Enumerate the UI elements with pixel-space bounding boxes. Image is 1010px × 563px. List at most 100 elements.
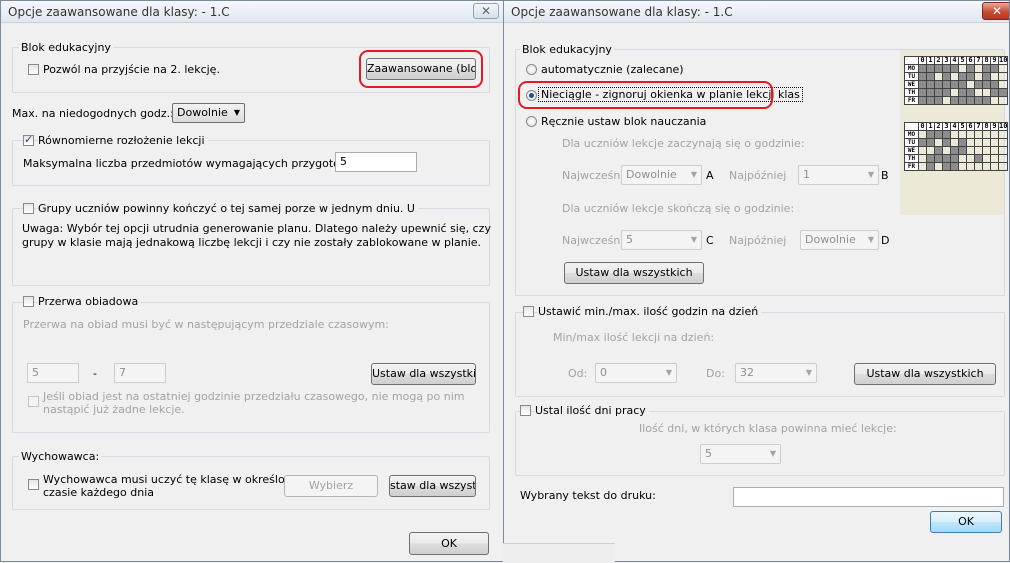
grid-lesson-cell: [942, 154, 951, 163]
teacher-must-teach-line1: Wychowawca musi uczyć tę klasę w określo…: [43, 473, 309, 486]
workdays-select[interactable]: 5 ▼: [700, 444, 781, 464]
grid-empty-cell: [974, 64, 983, 73]
grid-lesson-cell: [926, 64, 935, 73]
grid-lesson-cell: [934, 80, 943, 89]
blok-set-all-button[interactable]: Ustaw dla wszystkich: [564, 262, 704, 284]
workdays-checkbox[interactable]: [520, 405, 531, 416]
advanced-blocks-highlight: [359, 50, 483, 88]
grid-empty-cell: [958, 64, 967, 73]
teacher-must-teach-checkbox[interactable]: [28, 479, 39, 490]
grid-lesson-cell: [990, 64, 999, 73]
chevron-down-icon: ▼: [690, 170, 697, 179]
grid-lesson-cell: [934, 88, 943, 97]
grid-lesson-cell: [974, 96, 983, 105]
grid-period-header: 8: [982, 56, 991, 65]
max-prep-subjects-input[interactable]: 5: [335, 152, 417, 172]
print-text-input[interactable]: [733, 487, 1004, 507]
left-close-button[interactable]: ✕: [473, 3, 499, 19]
blok-manual-radio[interactable]: [526, 116, 537, 127]
grid-empty-cell: [990, 96, 999, 105]
minmax-checkbox[interactable]: [523, 306, 534, 317]
grid-lesson-cell: [926, 88, 935, 97]
grid-lesson-cell: [958, 138, 967, 147]
grid-empty-cell: [950, 72, 959, 81]
grid-empty-cell: [918, 162, 927, 171]
groups-finish-checkbox[interactable]: [23, 203, 34, 214]
blok-auto-radio[interactable]: [526, 64, 537, 75]
grid-empty-cell: [982, 146, 991, 155]
grid-lesson-cell: [918, 72, 927, 81]
left-title-bar[interactable]: Opcje zaawansowane dla klasy: - 1.C ✕: [1, 1, 503, 23]
minmax-set-all-button[interactable]: Ustaw dla wszystkich: [854, 363, 996, 385]
lunch-to-input[interactable]: 7: [114, 363, 166, 383]
grid-day-label: FR: [904, 96, 919, 105]
left-ok-button[interactable]: OK: [409, 532, 489, 555]
teacher-legend: Wychowawca:: [19, 450, 102, 463]
right-title-bar[interactable]: Opcje zaawansowane dla klasy: - 1.C ✕: [504, 1, 1009, 23]
grid-empty-cell: [990, 138, 999, 147]
grid-empty-cell: [997, 96, 1009, 105]
groups-note-line1: Uwaga: Wybór tej opcji utrudnia generowa…: [22, 222, 491, 235]
grid-empty-cell: [918, 146, 927, 155]
grid-lesson-cell: [926, 72, 935, 81]
grid-lesson-cell: [958, 88, 967, 97]
grid-empty-cell: [974, 138, 983, 147]
grid-lesson-cell: [950, 162, 959, 171]
grid-empty-cell: [974, 88, 983, 97]
lunch-set-all-button[interactable]: Ustaw dla wszystkich: [371, 363, 476, 385]
teacher-set-all-button[interactable]: staw dla wszystkich: [389, 475, 476, 497]
grid-lesson-cell: [934, 64, 943, 73]
max-inconvenient-value: Dowolnie: [177, 106, 228, 119]
lunch-break-checkbox[interactable]: [23, 296, 34, 307]
blok-latest2-select[interactable]: Dowolnie ▼: [800, 230, 879, 250]
even-distribution-checkbox[interactable]: [23, 133, 34, 146]
grid-empty-cell: [958, 154, 967, 163]
lunch-last-hour-checkbox[interactable]: [28, 396, 39, 407]
minmax-sub: Min/max ilość lekcji na dzień:: [553, 331, 715, 344]
grid-empty-cell: [982, 130, 991, 139]
grid-empty-cell: [958, 130, 967, 139]
minmax-from-select[interactable]: 0 ▼: [595, 363, 677, 383]
left-dialog: Opcje zaawansowane dla klasy: - 1.C ✕ Bl…: [0, 0, 504, 562]
grid-lesson-cell: [958, 146, 967, 155]
grid-day-label: TU: [904, 138, 919, 147]
grid-lesson-cell: [958, 80, 967, 89]
grid-day-label: WE: [904, 146, 919, 155]
grid-empty-cell: [997, 154, 1009, 163]
grid-lesson-cell: [926, 96, 935, 105]
right-ok-button[interactable]: OK: [930, 511, 1002, 533]
grid-period-header: 5: [958, 122, 967, 131]
grid-period-header: 3: [942, 56, 951, 65]
grid-period-header: 1: [926, 122, 935, 131]
left-blok-legend: Blok edukacyjny: [19, 41, 113, 54]
allow-second-lesson-checkbox[interactable]: [28, 64, 39, 75]
lunch-last-hour-line2: nastąpić już żadne lekcje.: [43, 403, 185, 416]
chevron-down-icon: ▼: [867, 170, 874, 179]
grid-lesson-cell: [934, 146, 943, 155]
grid-period-header: 10: [997, 122, 1009, 131]
lunch-from-input[interactable]: 5: [27, 363, 79, 383]
grid-empty-cell: [990, 72, 999, 81]
bottom-strip: [503, 543, 615, 563]
grid-empty-cell: [918, 130, 927, 139]
grid-empty-cell: [966, 80, 975, 89]
max-inconvenient-select[interactable]: Dowolnie ▼: [172, 103, 245, 123]
grid-lesson-cell: [950, 96, 959, 105]
grid-period-header: 4: [950, 56, 959, 65]
grid-empty-cell: [990, 146, 999, 155]
grid-lesson-cell: [934, 130, 943, 139]
minmax-to-select[interactable]: 32 ▼: [735, 363, 817, 383]
blok-earliest1-value: Dowolnie: [626, 168, 677, 181]
blok-b-marker: B: [881, 169, 889, 182]
grid-corner-cell: [904, 56, 919, 65]
blok-earliest1-select[interactable]: Dowolnie ▼: [621, 165, 702, 185]
chevron-down-icon: ▼: [769, 449, 776, 458]
teacher-choose-button[interactable]: Wybierz: [284, 475, 378, 497]
max-inconvenient-label: Max. na niedogodnych godz.:: [12, 107, 174, 120]
grid-period-header: 9: [990, 56, 999, 65]
grid-day-label: TU: [904, 72, 919, 81]
right-close-button[interactable]: ✕: [982, 2, 1009, 20]
blok-earliest2-select[interactable]: 5 ▼: [621, 230, 702, 250]
blok-latest1-select[interactable]: 1 ▼: [798, 165, 879, 185]
teacher-must-teach-line2: czasie każdego dnia: [43, 486, 155, 499]
